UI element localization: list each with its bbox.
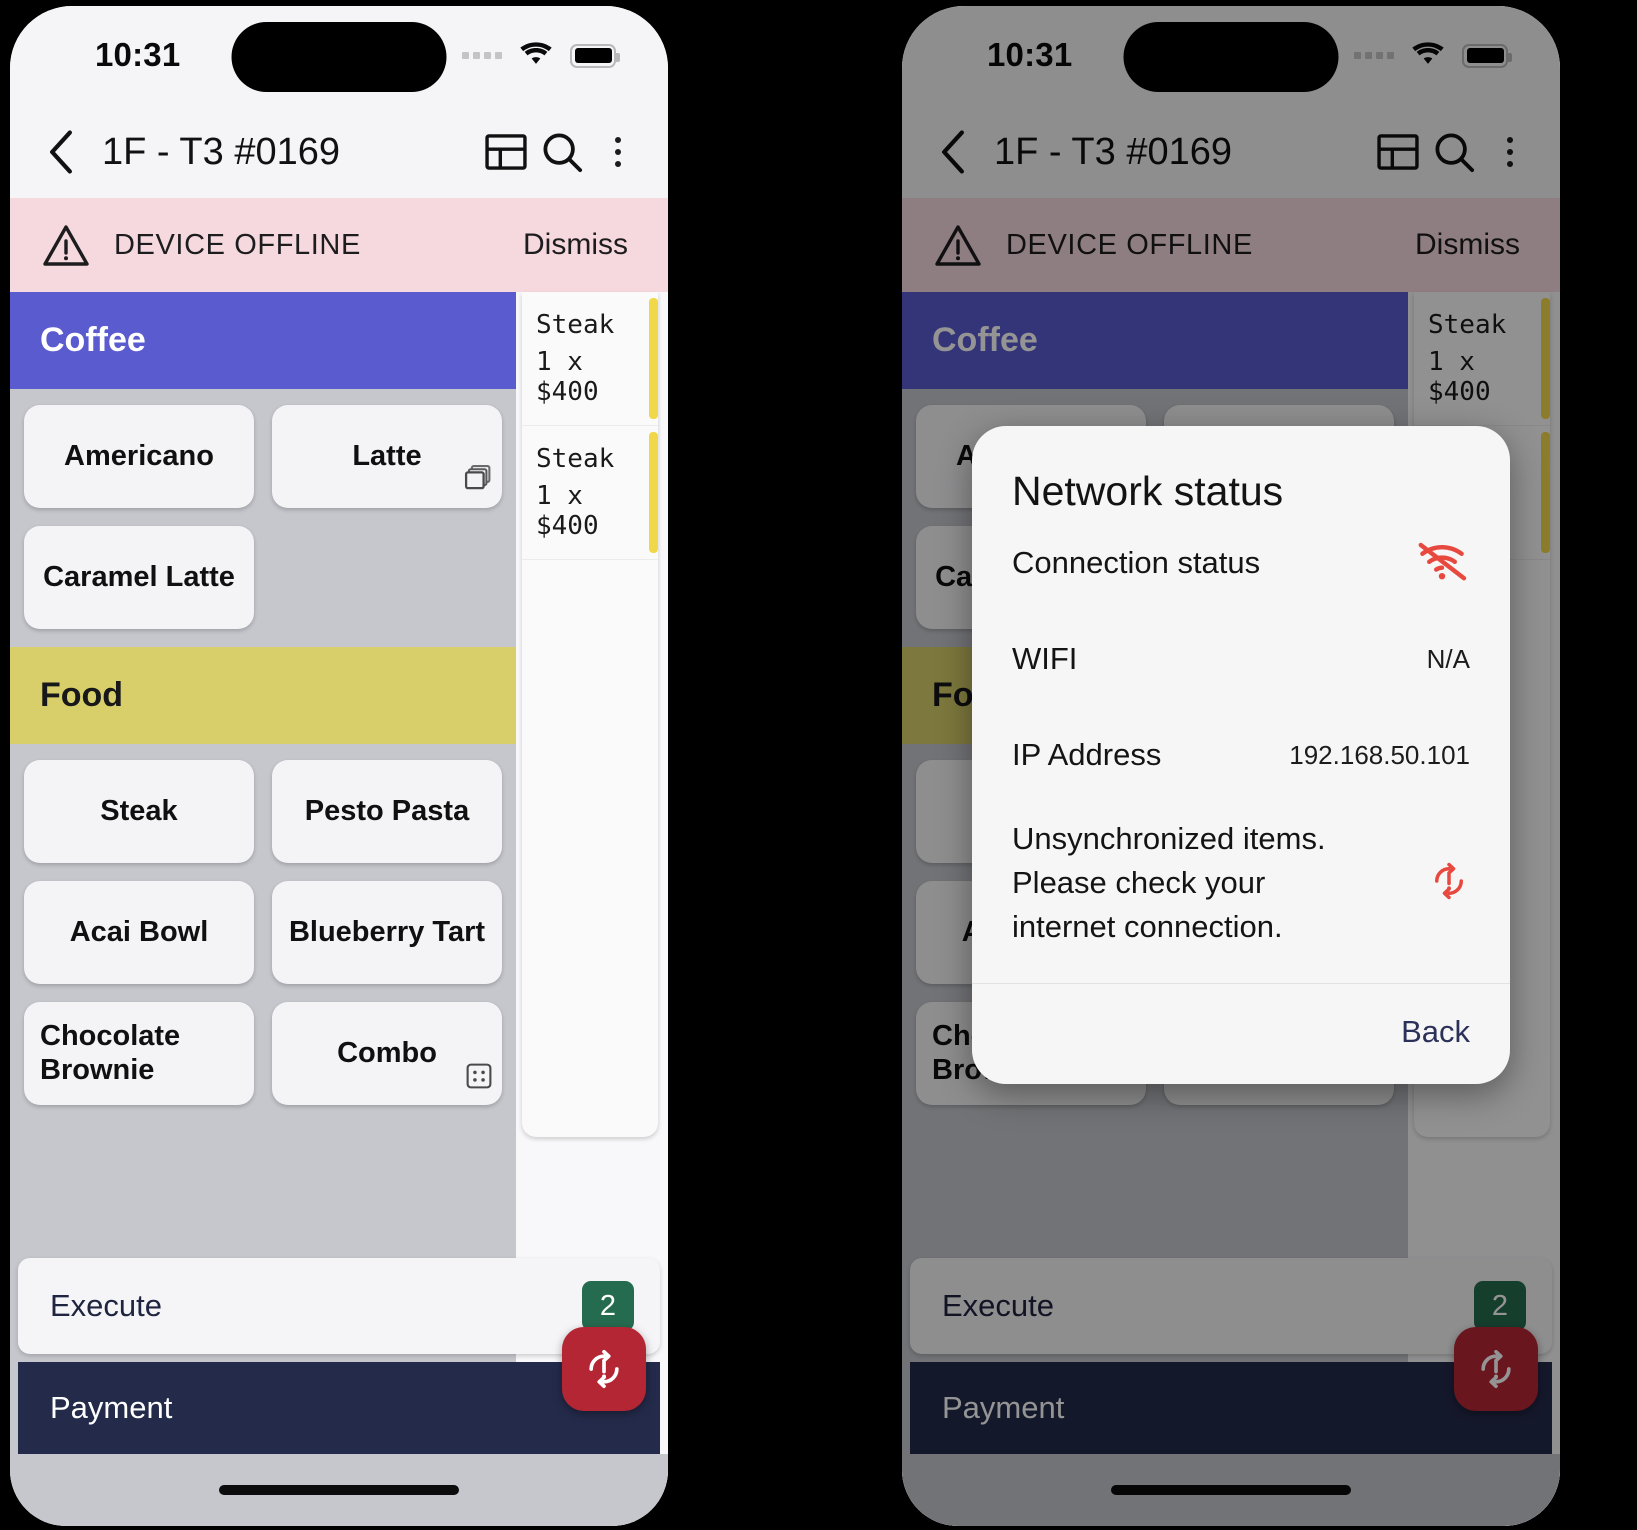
menu-item-label: Chocolate Brownie — [40, 1019, 181, 1086]
payment-bar[interactable]: Payment — [18, 1327, 660, 1454]
menu-item-label: Pesto Pasta — [304, 795, 470, 827]
row-label: Connection status — [1012, 545, 1261, 580]
copy-stack-icon — [464, 464, 492, 500]
phone-left-screen: 10:31 1F - T3 #0169 DEVICE OFFLINE Dismi… — [10, 6, 668, 1526]
category-header-food[interactable]: Food — [10, 647, 516, 744]
order-item-name: Steak — [536, 310, 615, 340]
dynamic-island — [231, 22, 447, 92]
order-item-flag — [649, 432, 658, 553]
menu-item-caramel-latte[interactable]: Caramel Latte — [24, 526, 254, 629]
phone-left: 10:31 1F - T3 #0169 DEVICE OFFLINE Dismi… — [0, 0, 678, 1530]
home-indicator — [10, 1454, 668, 1526]
category-label: Food — [40, 676, 124, 714]
page-title: 1F - T3 #0169 — [102, 130, 341, 173]
dialog-title: Network status — [1012, 468, 1284, 514]
wifi-off-icon — [1414, 539, 1470, 588]
app-bar: 1F - T3 #0169 — [10, 106, 668, 198]
order-row[interactable]: Steak 1 x $400 — [522, 292, 658, 426]
sync-error-button[interactable] — [562, 1327, 646, 1411]
sync-message-text: Unsynchronized items. Please check your … — [1012, 821, 1326, 945]
network-status-dialog: Network status Connection status WIFI N/… — [972, 426, 1510, 1085]
sync-error-icon — [1428, 860, 1470, 907]
bottom-bars: Execute 2 Payment — [10, 1258, 668, 1526]
category-header-coffee[interactable]: Coffee — [10, 292, 516, 389]
order-item-flag — [649, 298, 658, 419]
menu-item-latte[interactable]: Latte — [272, 405, 502, 508]
execute-label: Execute — [50, 1288, 163, 1323]
menu-item-pesto-pasta[interactable]: Pesto Pasta — [272, 760, 502, 863]
menu-item-label: Combo — [337, 1037, 437, 1069]
status-bar: 10:31 — [10, 6, 668, 106]
dialog-row-wifi: WIFI N/A — [972, 611, 1510, 707]
menu-grid-food: Steak Pesto Pasta Acai Bowl Blueberry Ta… — [10, 744, 516, 1123]
order-item-qty-price: 1 x $400 — [536, 347, 599, 407]
menu-item-label: Blueberry Tart — [288, 916, 486, 948]
dialog-row-connection-status: Connection status — [972, 515, 1510, 611]
phone-right-screen: 10:31 1F - T3 #0169 DEVICE OFFLINE Dismi… — [902, 6, 1560, 1526]
warning-triangle-icon — [40, 223, 92, 267]
menu-grid-coffee: Americano Latte Caramel Latte — [10, 389, 516, 647]
execute-count-badge: 2 — [582, 1281, 634, 1331]
status-time: 10:31 — [95, 36, 181, 73]
order-item-list[interactable]: Steak 1 x $400 Steak 1 x $400 — [522, 292, 658, 1137]
offline-banner-text: DEVICE OFFLINE — [114, 228, 361, 261]
menu-item-americano[interactable]: Americano — [24, 405, 254, 508]
row-value: 192.168.50.101 — [1289, 739, 1470, 770]
row-value: N/A — [1426, 643, 1470, 674]
order-item-name: Steak — [536, 444, 615, 474]
back-button[interactable] — [38, 129, 84, 175]
battery-icon — [570, 43, 620, 68]
screenshot-root: 10:31 1F - T3 #0169 DEVICE OFFLINE Dismi… — [0, 0, 1637, 1530]
menu-item-label: Latte — [352, 440, 422, 472]
wifi-icon — [516, 38, 556, 73]
order-item-qty-price: 1 x $400 — [536, 481, 599, 541]
menu-item-blueberry-tart[interactable]: Blueberry Tart — [272, 881, 502, 984]
back-button[interactable]: Back — [1401, 1014, 1470, 1050]
menu-item-chocolate-brownie[interactable]: Chocolate Brownie — [24, 1002, 254, 1105]
dialog-actions: Back — [972, 984, 1510, 1084]
category-label: Coffee — [40, 321, 146, 359]
row-label: IP Address — [1012, 737, 1162, 772]
phone-right: 10:31 1F - T3 #0169 DEVICE OFFLINE Dismi… — [890, 0, 1570, 1530]
order-row[interactable]: Steak 1 x $400 — [522, 426, 658, 560]
payment-label: Payment — [50, 1390, 173, 1425]
menu-item-label: Americano — [64, 440, 214, 472]
dismiss-button[interactable]: Dismiss — [523, 228, 638, 262]
signal-dots-icon — [462, 52, 502, 59]
row-label: WIFI — [1012, 641, 1078, 676]
status-icons — [462, 38, 620, 73]
kebab-menu-icon[interactable] — [590, 124, 646, 180]
layout-split-icon[interactable] — [478, 124, 534, 180]
search-icon[interactable] — [534, 124, 590, 180]
menu-item-combo[interactable]: Combo — [272, 1002, 502, 1105]
menu-item-steak[interactable]: Steak — [24, 760, 254, 863]
menu-item-label: Caramel Latte — [43, 561, 235, 593]
dialog-row-sync-message: Unsynchronized items. Please check your … — [972, 803, 1510, 969]
dialog-row-ip-address: IP Address 192.168.50.101 — [972, 707, 1510, 803]
menu-item-label: Acai Bowl — [69, 916, 209, 948]
grid-dots-icon — [466, 1063, 492, 1097]
menu-item-acai-bowl[interactable]: Acai Bowl — [24, 881, 254, 984]
menu-item-label: Steak — [100, 795, 178, 827]
offline-banner: DEVICE OFFLINE Dismiss — [10, 198, 668, 292]
